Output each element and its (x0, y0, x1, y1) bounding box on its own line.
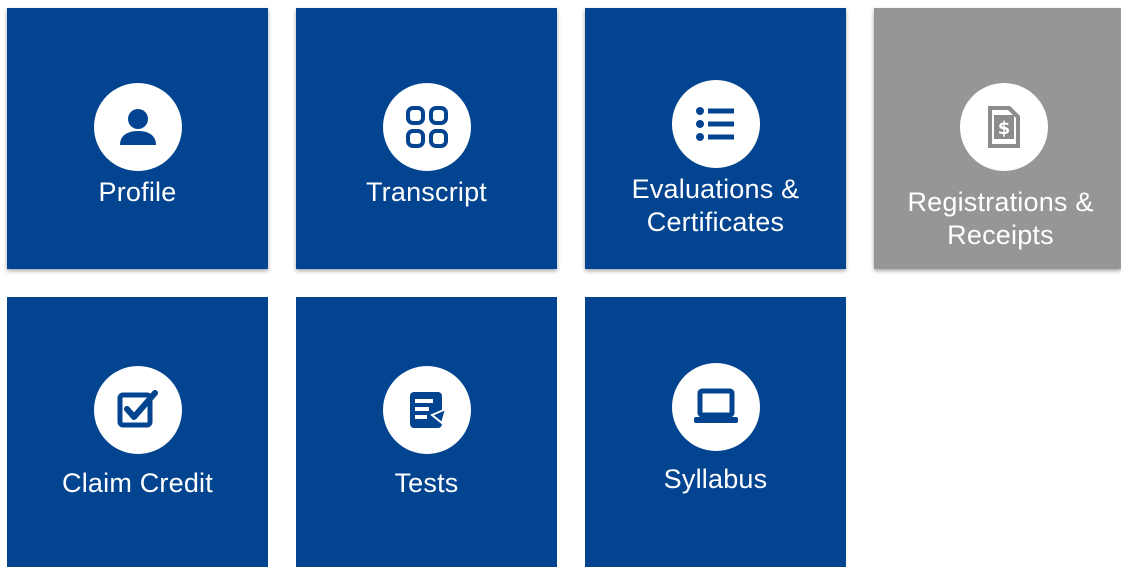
grid-icon (382, 83, 471, 171)
tile-profile[interactable]: Profile (7, 8, 268, 269)
tile-syllabus[interactable]: Syllabus (585, 297, 846, 567)
receipt-dollar-icon: $ (960, 83, 1048, 171)
tile-label: Transcript (365, 177, 488, 207)
tile-claim-credit[interactable]: Claim Credit (7, 297, 268, 567)
tile-evaluations-certificates[interactable]: Evaluations & Certificates (585, 8, 846, 269)
tile-tests[interactable]: Tests (296, 297, 557, 567)
tile-label: Registrations & Receipts (907, 187, 1094, 250)
list-icon (671, 80, 760, 168)
tile-label: Claim Credit (62, 468, 213, 498)
tile-label: Tests (394, 468, 459, 498)
test-document-icon (382, 366, 471, 454)
tile-label: Evaluations & Certificates (631, 174, 800, 237)
checkbox-icon (93, 366, 182, 454)
user-icon (93, 83, 182, 171)
svg-text:$: $ (998, 118, 1011, 139)
tile-transcript[interactable]: Transcript (296, 8, 557, 269)
tile-label: Profile (98, 177, 177, 207)
tile-registrations-receipts[interactable]: $ Registrations & Receipts (874, 8, 1121, 269)
laptop-icon (671, 363, 760, 451)
tile-label: Syllabus (663, 464, 768, 494)
